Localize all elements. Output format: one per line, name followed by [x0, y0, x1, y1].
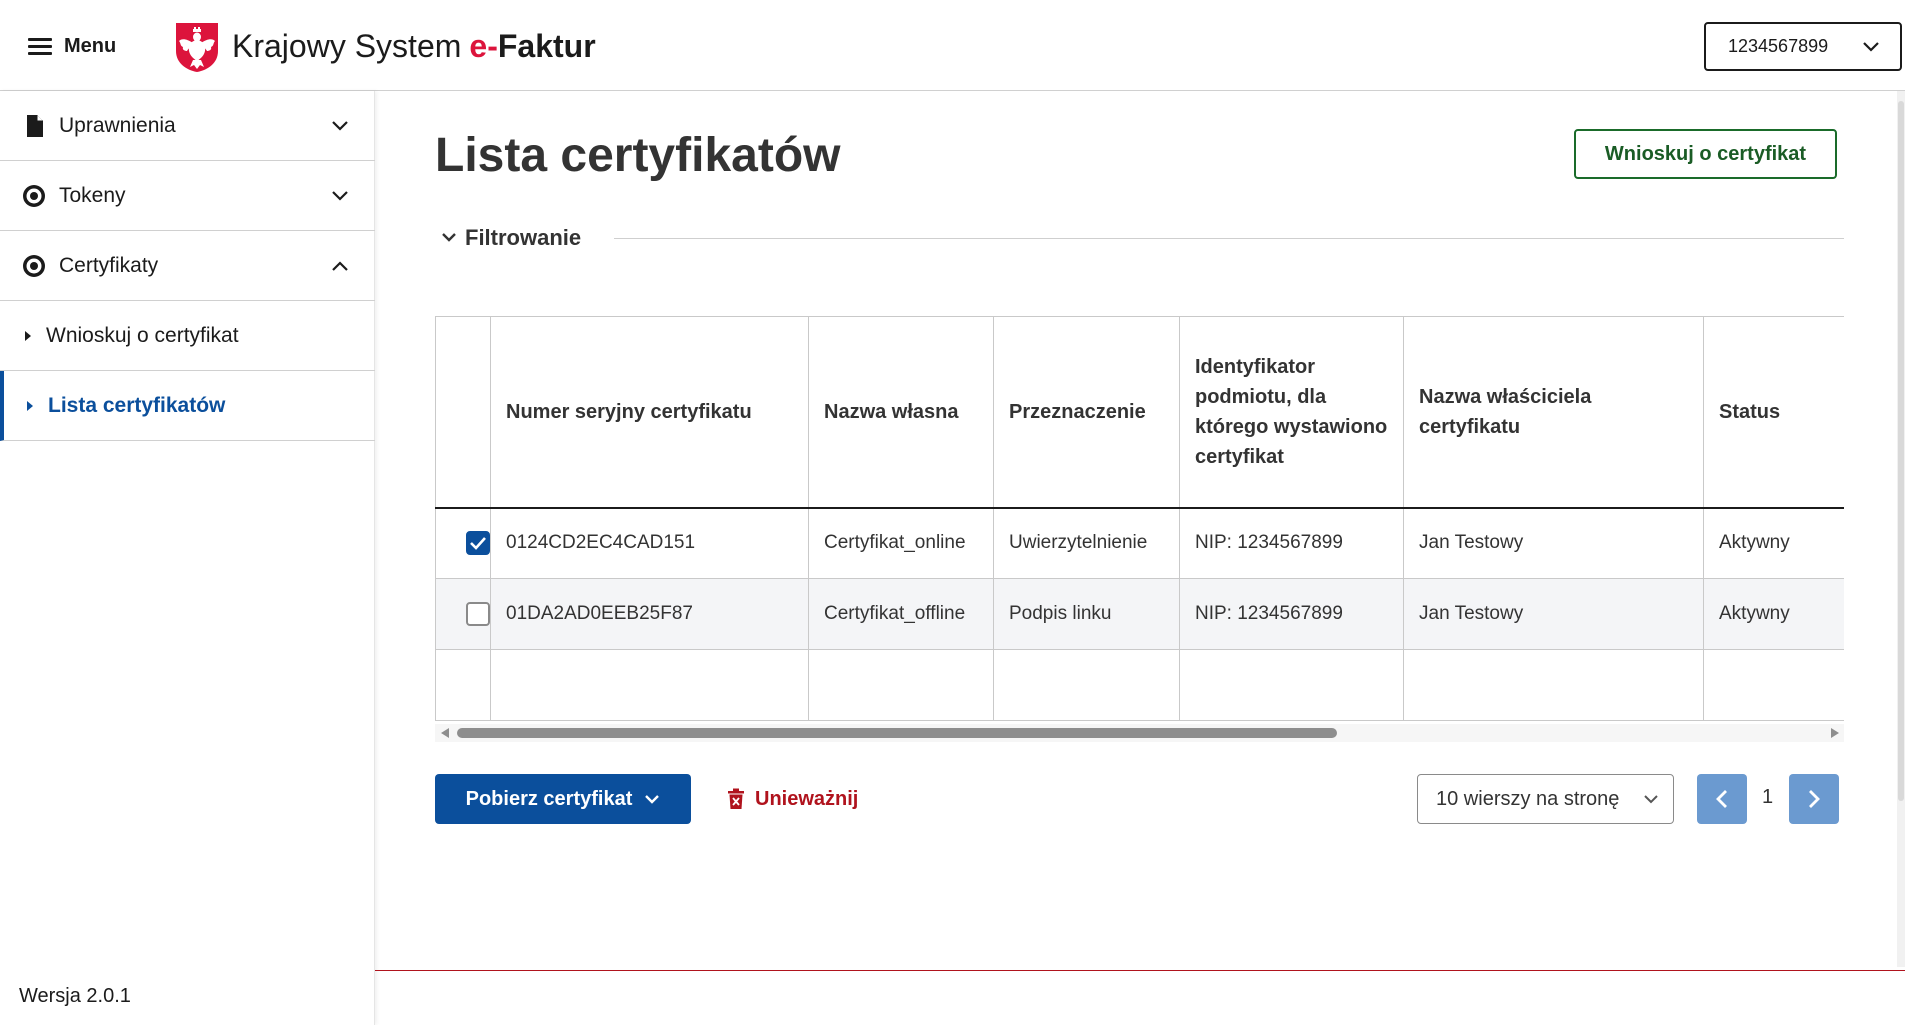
document-icon	[27, 115, 43, 137]
nip-selector-value: 1234567899	[1728, 36, 1829, 56]
footer-divider	[375, 970, 1905, 971]
caret-right-icon	[25, 331, 31, 341]
token-icon	[23, 185, 45, 207]
cell-purpose: Uwierzytelnienie	[993, 507, 1180, 579]
row-select-cell	[435, 507, 491, 579]
sidebar-subitem-certificate-list[interactable]: Lista certyfikatów	[0, 371, 375, 441]
chevron-up-icon	[332, 261, 348, 271]
chevron-down-icon	[442, 233, 456, 242]
header-serial[interactable]: Numer seryjny certyfikatu	[490, 316, 809, 509]
cell-owner: Jan Testowy	[1403, 507, 1704, 579]
header-owner[interactable]: Nazwa właściciela certyfikatu	[1403, 316, 1704, 509]
download-certificate-label: Pobierz certyfikat	[465, 787, 633, 810]
page-scrollbar-thumb[interactable]	[1898, 101, 1904, 801]
revoke-label: Unieważnij	[755, 787, 859, 810]
sidebar-item-uprawnienia[interactable]: Uprawnienia	[0, 91, 375, 161]
certificate-icon	[23, 255, 45, 277]
sidebar-item-tokeny[interactable]: Tokeny	[0, 161, 375, 231]
header-name[interactable]: Nazwa własna	[808, 316, 994, 509]
checkmark-icon	[470, 537, 486, 551]
rows-per-page-value: 10 wierszy na stronę	[1436, 787, 1620, 810]
table-row-empty	[435, 649, 1844, 721]
header-purpose[interactable]: Przeznaczenie	[993, 316, 1180, 509]
caret-right-icon	[27, 401, 33, 411]
row-checkbox[interactable]	[466, 531, 490, 556]
sidebar: Uprawnienia Tokeny Certyfikaty Wnioskuj …	[0, 91, 375, 1025]
cell-serial: 0124CD2EC4CAD151	[490, 507, 809, 579]
sidebar-subitem-request-certificate[interactable]: Wnioskuj o certyfikat	[0, 301, 375, 371]
rows-per-page-select[interactable]: 10 wierszy na stronę	[1417, 774, 1674, 824]
sidebar-item-label: Uprawnienia	[59, 113, 176, 137]
menu-button[interactable]: Menu	[28, 30, 116, 62]
filter-label: Filtrowanie	[465, 225, 582, 250]
chevron-right-icon	[1809, 790, 1820, 808]
app-title: Krajowy System e-Faktur	[232, 28, 596, 64]
cell-purpose: Podpis linku	[993, 578, 1180, 650]
table-header-row: Numer seryjny certyfikatu Nazwa własna P…	[435, 316, 1844, 509]
scroll-right-arrow-icon[interactable]	[1831, 728, 1839, 738]
current-page-number: 1	[1762, 786, 1774, 808]
table-horizontal-scrollbar[interactable]	[435, 724, 1844, 742]
top-header: Menu Krajowy System e-Faktur 1234567899	[0, 0, 1905, 91]
sidebar-item-label: Certyfikaty	[59, 253, 159, 277]
scroll-left-arrow-icon[interactable]	[441, 728, 449, 738]
table-row[interactable]: 0124CD2EC4CAD151 Certyfikat_online Uwier…	[435, 507, 1844, 579]
cell-name: Certyfikat_offline	[808, 578, 994, 650]
cell-status: Aktywny	[1703, 578, 1844, 650]
cell-serial: 01DA2AD0EEB25F87	[490, 578, 809, 650]
cell-name: Certyfikat_online	[808, 507, 994, 579]
chevron-down-icon	[332, 191, 348, 201]
sidebar-subitem-label: Wnioskuj o certyfikat	[46, 323, 239, 347]
cell-owner: Jan Testowy	[1403, 578, 1704, 650]
sidebar-item-certyfikaty[interactable]: Certyfikaty	[0, 231, 375, 301]
header-status[interactable]: Status	[1703, 316, 1844, 509]
scrollbar-thumb[interactable]	[457, 728, 1337, 738]
sidebar-item-label: Tokeny	[59, 183, 126, 207]
previous-page-button[interactable]	[1697, 774, 1747, 824]
revoke-button[interactable]: Unieważnij	[727, 780, 858, 818]
page-title: Lista certyfikatów	[435, 129, 841, 182]
menu-label: Menu	[64, 34, 117, 57]
nip-selector[interactable]: 1234567899	[1704, 22, 1902, 71]
row-select-cell	[435, 578, 491, 650]
chevron-left-icon	[1716, 790, 1727, 808]
header-select	[435, 316, 491, 509]
row-checkbox[interactable]	[466, 602, 490, 626]
chevron-down-icon	[1644, 795, 1658, 804]
hamburger-icon	[28, 37, 52, 55]
download-certificate-button[interactable]: Pobierz certyfikat	[435, 774, 691, 824]
cell-status: Aktywny	[1703, 507, 1844, 579]
header-identifier[interactable]: Identyfikator podmiotu, dla którego wyst…	[1179, 316, 1404, 509]
table-row[interactable]: 01DA2AD0EEB25F87 Certyfikat_offline Podp…	[435, 578, 1844, 650]
trash-icon	[728, 788, 744, 809]
cell-identifier: NIP: 1234567899	[1179, 578, 1404, 650]
chevron-down-icon	[332, 121, 348, 131]
sidebar-subitem-label: Lista certyfikatów	[48, 393, 226, 417]
page-vertical-scrollbar[interactable]	[1897, 91, 1905, 967]
polish-eagle-emblem-icon	[176, 23, 218, 72]
cell-identifier: NIP: 1234567899	[1179, 507, 1404, 579]
chevron-down-icon	[645, 795, 660, 804]
certificates-table: Numer seryjny certyfikatu Nazwa własna P…	[435, 316, 1844, 724]
request-certificate-button[interactable]: Wnioskuj o certyfikat	[1574, 129, 1837, 179]
next-page-button[interactable]	[1789, 774, 1839, 824]
app-version: Wersja 2.0.1	[19, 985, 131, 1007]
chevron-down-icon	[1863, 41, 1879, 52]
filter-toggle[interactable]: Filtrowanie	[441, 223, 581, 253]
filter-divider	[614, 238, 1844, 239]
